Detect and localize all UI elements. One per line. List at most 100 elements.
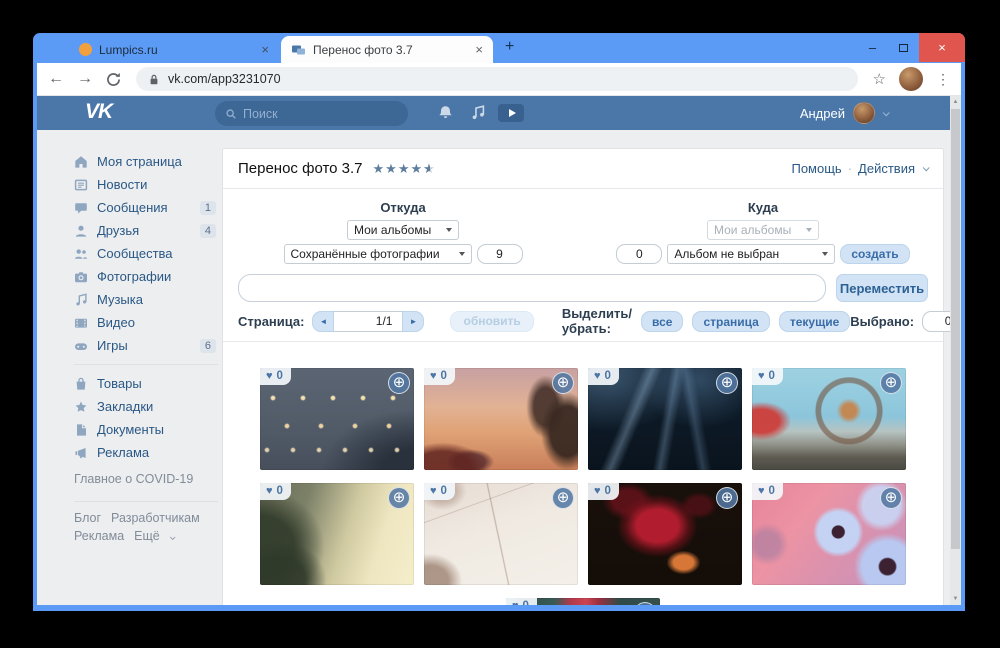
- video-icon[interactable]: [498, 104, 524, 122]
- forward-button[interactable]: →: [77, 71, 93, 87]
- scroll-up-icon[interactable]: ▲: [950, 99, 961, 105]
- close-button[interactable]: ×: [919, 33, 965, 62]
- sidebar-item-friends[interactable]: Друзья 4: [70, 219, 222, 242]
- scrollbar-thumb[interactable]: [951, 109, 960, 549]
- sidebar-footer: Блог Разработчикам Реклама Ещё: [70, 509, 222, 545]
- tab-title: Lumpics.ru: [99, 42, 158, 57]
- from-label: Откуда: [380, 200, 426, 215]
- move-button[interactable]: Переместить: [836, 274, 928, 302]
- likes-badge: ♥0: [752, 483, 783, 500]
- next-page-button[interactable]: ►: [402, 310, 425, 332]
- notifications-bell-icon[interactable]: [437, 104, 454, 122]
- app-header: Перенос фото 3.7 ★★★★★ ★ Помощь · Действи…: [223, 149, 943, 189]
- new-tab-button[interactable]: +: [505, 38, 514, 56]
- page-input[interactable]: [334, 310, 403, 332]
- minimize-button[interactable]: –: [857, 40, 888, 55]
- sidebar-item-messages[interactable]: Сообщения 1: [70, 196, 222, 219]
- tab-close-icon[interactable]: ×: [475, 42, 483, 57]
- vk-user-menu[interactable]: Андрей: [799, 96, 890, 130]
- sidebar-item-music[interactable]: Музыка: [70, 288, 222, 311]
- zoom-photo-icon[interactable]: ⊕: [634, 602, 656, 605]
- to-count-input[interactable]: [616, 244, 663, 264]
- photo-tile[interactable]: ♥0 ⊕: [588, 368, 742, 470]
- vk-logo[interactable]: VK: [85, 100, 113, 124]
- photo-tile[interactable]: ♥0 ⊕: [588, 483, 742, 585]
- sidebar-item-market[interactable]: Товары: [70, 372, 222, 395]
- bookmark-star-icon[interactable]: ☆: [873, 70, 886, 88]
- photo-tile[interactable]: ♥0 ⊕: [424, 483, 578, 585]
- footer-link-developers[interactable]: Разработчикам: [111, 511, 200, 525]
- sidebar-item-ads[interactable]: Реклама: [70, 441, 222, 464]
- zoom-photo-icon[interactable]: ⊕: [880, 487, 902, 509]
- sidebar-item-label: Видео: [97, 315, 135, 330]
- zoom-photo-icon[interactable]: ⊕: [388, 487, 410, 509]
- url-text: vk.com/app3231070: [168, 72, 281, 86]
- tab-photo-transfer[interactable]: Перенос фото 3.7 ×: [281, 36, 493, 63]
- zoom-photo-icon[interactable]: ⊕: [388, 372, 410, 394]
- sidebar-item-bookmarks[interactable]: Закладки: [70, 395, 222, 418]
- actions-link[interactable]: Действия: [858, 161, 915, 176]
- vk-topbar: VK Андрей: [37, 96, 950, 130]
- scroll-down-icon[interactable]: ▼: [950, 596, 961, 602]
- browser-menu-icon[interactable]: ⋮: [936, 71, 950, 88]
- from-album-select[interactable]: Сохранённые фотографии: [283, 244, 472, 264]
- sidebar-item-photos[interactable]: Фотографии: [70, 265, 222, 288]
- heart-icon: ♥: [266, 370, 273, 382]
- tab-lumpics[interactable]: Lumpics.ru ×: [69, 36, 279, 63]
- photo-tile[interactable]: ♥0 ⊕: [260, 483, 414, 585]
- footer-link-blog[interactable]: Блог: [74, 511, 101, 525]
- zoom-photo-icon[interactable]: ⊕: [552, 487, 574, 509]
- help-link[interactable]: Помощь: [791, 161, 841, 176]
- search-input[interactable]: [243, 106, 383, 121]
- photo-tile[interactable]: ♥0 ⊕: [752, 483, 906, 585]
- vk-sidebar: Моя страница Новости Сообщения 1 Друзья …: [70, 150, 222, 545]
- sidebar-item-documents[interactable]: Документы: [70, 418, 222, 441]
- from-albums-select[interactable]: Мои альбомы: [347, 220, 459, 240]
- album-name-input[interactable]: [238, 274, 826, 302]
- sidebar-divider: [74, 501, 218, 502]
- photo-tile[interactable]: ♥0 ⊕: [260, 368, 414, 470]
- vk-search-box[interactable]: [215, 101, 408, 126]
- refresh-button[interactable]: [106, 72, 121, 87]
- from-count-input[interactable]: [476, 244, 523, 264]
- sidebar-item-video[interactable]: Видео: [70, 311, 222, 334]
- select-all-button[interactable]: все: [641, 310, 684, 332]
- refresh-button[interactable]: обновить: [450, 310, 534, 332]
- select-current-button[interactable]: текущие: [778, 310, 851, 332]
- heart-icon: ♥: [430, 485, 437, 497]
- search-icon: [226, 108, 236, 119]
- heart-icon: ♥: [758, 485, 765, 497]
- zoom-photo-icon[interactable]: ⊕: [880, 372, 902, 394]
- photo-tile[interactable]: ♥0 ⊕: [752, 368, 906, 470]
- sidebar-item-games[interactable]: Игры 6: [70, 334, 222, 357]
- from-column: Откуда Мои альбомы Сохранённые фотографи…: [223, 200, 583, 264]
- sidebar-covid-link[interactable]: Главное о COVID-19: [70, 464, 222, 494]
- select-page-button[interactable]: страница: [692, 310, 770, 332]
- user-name: Андрей: [799, 105, 845, 121]
- footer-link-more[interactable]: Ещё: [134, 529, 160, 543]
- sidebar-item-my-page[interactable]: Моя страница: [70, 150, 222, 173]
- music-icon[interactable]: [470, 104, 487, 122]
- friend-icon: [75, 225, 87, 237]
- sidebar-item-news[interactable]: Новости: [70, 173, 222, 196]
- sidebar-item-communities[interactable]: Сообщества: [70, 242, 222, 265]
- prev-page-button[interactable]: ◄: [312, 310, 335, 332]
- footer-link-ads[interactable]: Реклама: [74, 529, 124, 543]
- zoom-photo-icon[interactable]: ⊕: [716, 372, 738, 394]
- maximize-icon: [899, 44, 908, 52]
- to-albums-select[interactable]: Мои альбомы: [707, 220, 819, 240]
- page-scrollbar[interactable]: ▲ ▼: [950, 96, 961, 605]
- photo-tile[interactable]: ♥0 ⊕: [506, 598, 660, 605]
- sidebar-item-label: Музыка: [97, 292, 143, 307]
- browser-profile-avatar[interactable]: [899, 67, 923, 91]
- create-album-button[interactable]: создать: [840, 244, 910, 264]
- star-icon: [75, 401, 87, 412]
- back-button[interactable]: ←: [48, 71, 64, 87]
- zoom-photo-icon[interactable]: ⊕: [552, 372, 574, 394]
- zoom-photo-icon[interactable]: ⊕: [716, 487, 738, 509]
- address-bar[interactable]: vk.com/app3231070: [136, 67, 858, 91]
- tab-close-icon[interactable]: ×: [261, 42, 269, 57]
- to-album-select[interactable]: Альбом не выбран: [667, 244, 836, 264]
- photo-tile[interactable]: ♥0 ⊕: [424, 368, 578, 470]
- maximize-button[interactable]: [888, 40, 919, 55]
